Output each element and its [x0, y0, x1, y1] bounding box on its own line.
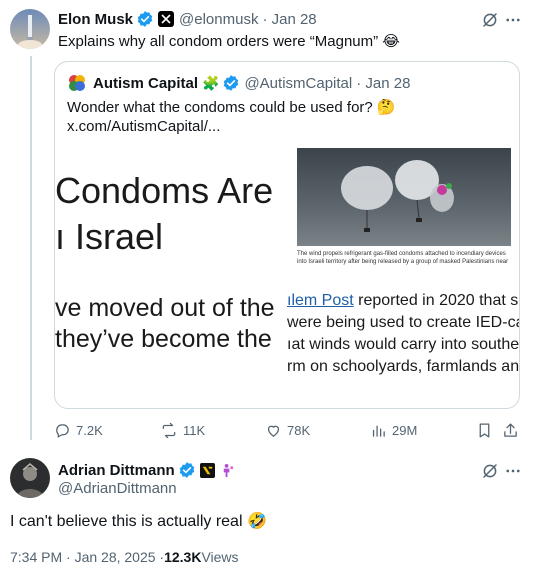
- puzzle-emoji: 🧩: [202, 74, 220, 91]
- quoted-display-name[interactable]: Autism Capital: [93, 75, 198, 92]
- adrian-handle[interactable]: @AdrianDittmann: [58, 480, 177, 497]
- reply-timestamp[interactable]: 7:34 PM · Jan 28, 2025 ·: [10, 549, 164, 565]
- elon-tweet-header: Elon Musk @elonmusk · Jan 28: [58, 9, 317, 29]
- repost-icon: [162, 422, 176, 439]
- jerusalem-post-link: ılem Post: [287, 292, 354, 309]
- media-body-right-line1: ılem Post reported in 2020 that sco: [287, 292, 519, 310]
- bookmark-button[interactable]: [476, 422, 493, 439]
- quoted-date[interactable]: · Jan 28: [356, 75, 410, 92]
- more-options-icon[interactable]: [503, 461, 523, 481]
- repost-button[interactable]: 11K: [160, 422, 205, 439]
- media-body-right-line4: rm on schoolyards, farmlands and: [287, 358, 519, 375]
- media-photo: [297, 148, 511, 246]
- adrian-display-name[interactable]: Adrian Dittmann: [58, 462, 175, 479]
- quoted-tweet-text: Wonder what the condoms could be used fo…: [67, 99, 396, 116]
- adrian-name-row: Adrian Dittmann: [58, 460, 236, 480]
- quoted-tweet-media-image[interactable]: Condoms Are ı Israel The wind propels re…: [55, 142, 519, 396]
- media-body-right-line1-rest: reported in 2020 that sco: [353, 292, 519, 309]
- affiliate-badge-icon: [200, 462, 216, 478]
- quoted-tweet-link[interactable]: x.com/AutismCapital/...: [67, 117, 220, 137]
- tweet-action-bar: 7.2K 11K 78K 29M: [54, 420, 522, 442]
- grok-icon[interactable]: [480, 10, 500, 30]
- share-button[interactable]: [502, 422, 519, 439]
- reply-icon: [56, 424, 69, 438]
- media-headline-line1: Condoms Are: [55, 170, 274, 211]
- quoted-handle[interactable]: @AutismCapital: [244, 75, 352, 92]
- like-count: 78K: [287, 423, 311, 438]
- reply-views-label: Views: [201, 549, 239, 565]
- accessibility-emoji-icon: [220, 462, 236, 478]
- media-headline-line2: ı Israel: [55, 216, 164, 257]
- verified-badge-icon: [222, 74, 240, 92]
- autism-capital-avatar[interactable]: [67, 73, 87, 93]
- repost-count: 11K: [183, 423, 206, 438]
- elon-display-name[interactable]: Elon Musk: [58, 11, 133, 28]
- media-body-left-line2: they’ve become the: [55, 325, 272, 353]
- reply-views-count: 12.3K: [164, 549, 202, 565]
- elon-tweet-text: Explains why all condom orders were “Mag…: [58, 33, 400, 50]
- elon-avatar[interactable]: [10, 9, 50, 49]
- grok-icon[interactable]: [480, 461, 500, 481]
- verified-badge-icon: [178, 461, 196, 479]
- views-icon: [372, 425, 385, 437]
- elon-handle[interactable]: @elonmusk: [179, 11, 258, 28]
- verified-badge-icon: [136, 10, 154, 28]
- share-icon: [504, 423, 517, 437]
- adrian-avatar[interactable]: [10, 458, 50, 498]
- reply-button[interactable]: 7.2K: [54, 422, 103, 439]
- x-affiliate-badge-icon: [158, 11, 175, 27]
- quoted-tweet-card[interactable]: Autism Capital 🧩 @AutismCapital · Jan 28…: [54, 61, 520, 409]
- more-options-icon[interactable]: [503, 10, 523, 30]
- reply-count: 7.2K: [76, 423, 103, 438]
- heart-icon: [267, 425, 280, 437]
- views-count: 29M: [392, 423, 418, 438]
- reply-meta-row: 7:34 PM · Jan 28, 2025 · 12.3K Views: [10, 548, 239, 566]
- thread-connector-line: [30, 56, 32, 440]
- like-button[interactable]: 78K: [265, 422, 310, 439]
- media-photo-caption: The wind propels refrigerant gas-filled …: [297, 251, 509, 265]
- elon-tweet-date[interactable]: · Jan 28: [262, 11, 316, 28]
- media-body-left-line1: ve moved out of the: [55, 294, 275, 322]
- media-body-right-line3: ıat winds would carry into southern: [287, 336, 519, 353]
- views-button[interactable]: 29M: [370, 422, 417, 439]
- adrian-tweet-text: I can't believe this is actually real 🤣: [10, 513, 267, 530]
- media-body-right-line2: were being used to create IED-carr: [287, 314, 519, 331]
- bookmark-icon: [479, 423, 490, 438]
- quoted-tweet-header: Autism Capital 🧩 @AutismCapital · Jan 28: [67, 73, 410, 93]
